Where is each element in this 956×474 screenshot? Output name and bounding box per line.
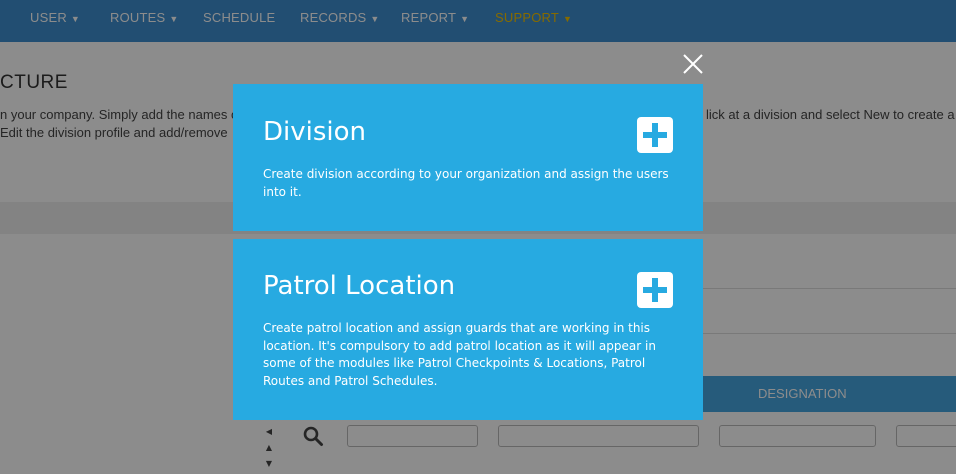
add-patrol-location-button[interactable] bbox=[637, 272, 673, 308]
add-division-button[interactable] bbox=[637, 117, 673, 153]
patrol-location-description: Create patrol location and assign guards… bbox=[263, 321, 656, 388]
patrol-location-title: Patrol Location bbox=[263, 271, 456, 301]
plus-icon bbox=[643, 123, 667, 147]
division-description: Create division according to your organi… bbox=[263, 167, 669, 199]
plus-icon bbox=[643, 278, 667, 302]
close-icon[interactable] bbox=[682, 53, 704, 75]
division-title: Division bbox=[263, 117, 367, 147]
patrol-location-option-card[interactable]: Patrol Location Create patrol location a… bbox=[233, 239, 703, 420]
division-option-card[interactable]: Division Create division according to yo… bbox=[233, 84, 703, 231]
